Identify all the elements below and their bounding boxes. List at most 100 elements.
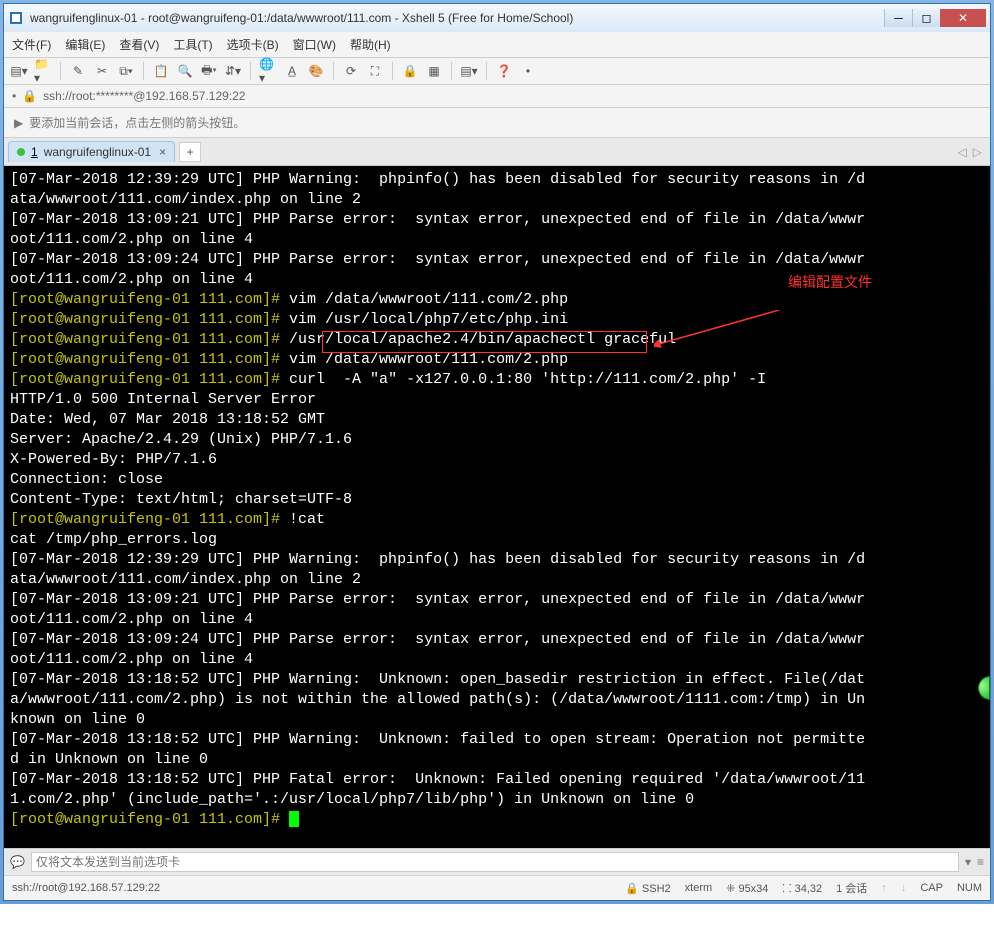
- layout-icon[interactable]: ▤▾: [460, 62, 478, 80]
- send-input[interactable]: [31, 852, 959, 872]
- new-session-icon[interactable]: ▤▾: [10, 62, 28, 80]
- terminal-line: Content-Type: text/html; charset=UTF-8: [10, 490, 984, 510]
- status-bar: ssh://root@192.168.57.129:22 🔒 SSH2 xter…: [4, 875, 990, 900]
- hint-bar: ▶ 要添加当前会话，点击左侧的箭头按钮。: [4, 108, 990, 138]
- terminal-line: [root@wangruifeng-01 111.com]# vim /usr/…: [10, 310, 984, 330]
- add-tab-button[interactable]: +: [179, 142, 201, 162]
- status-dot-icon: [17, 148, 25, 156]
- font-icon[interactable]: 🎨: [307, 62, 325, 80]
- terminal-line: [07-Mar-2018 13:09:24 UTC] PHP Parse err…: [10, 250, 984, 270]
- send-menu-icon[interactable]: ≡: [977, 855, 984, 869]
- terminal-line: [07-Mar-2018 13:18:52 UTC] PHP Warning: …: [10, 730, 984, 750]
- status-term: xterm: [685, 882, 713, 894]
- grid-icon[interactable]: ❓: [495, 62, 513, 80]
- hint-text: 要添加当前会话，点击左侧的箭头按钮。: [29, 114, 245, 131]
- terminal-line: [07-Mar-2018 13:18:52 UTC] PHP Warning: …: [10, 670, 984, 690]
- session-tab[interactable]: 1 wangruifenglinux-01 ×: [8, 141, 175, 162]
- disconnect-icon[interactable]: ✂: [93, 62, 111, 80]
- maximize-button[interactable]: ◻: [912, 9, 940, 27]
- address-text[interactable]: ssh://root:********@192.168.57.129:22: [43, 89, 982, 103]
- close-button[interactable]: ✕: [940, 9, 986, 27]
- toolbar: ▤▾ 📁▾ ✎ ✂ ⧉▾ 📋 🔍 🖶▾ ⇵▾ 🌐▾ A̲ 🎨 ⟳ ⛶ 🔒 ▦ ▤▾ ❓ •: [4, 58, 990, 85]
- terminal-line: [root@wangruifeng-01 111.com]# curl -A "…: [10, 370, 984, 390]
- send-icon[interactable]: 💬: [10, 855, 25, 869]
- terminal-line: oot/111.com/2.php on line 4: [10, 650, 984, 670]
- terminal-line: [07-Mar-2018 13:09:21 UTC] PHP Parse err…: [10, 210, 984, 230]
- terminal-line: [07-Mar-2018 13:18:52 UTC] PHP Fatal err…: [10, 770, 984, 790]
- terminal-line: [root@wangruifeng-01 111.com]# !cat: [10, 510, 984, 530]
- send-dropdown-icon[interactable]: ▾: [965, 855, 971, 869]
- tab-name: wangruifenglinux-01: [44, 145, 151, 159]
- tab-prev-icon[interactable]: ◁: [958, 145, 967, 159]
- terminal-line: [root@wangruifeng-01 111.com]#: [10, 810, 984, 830]
- terminal-line: Server: Apache/2.4.29 (Unix) PHP/7.1.6: [10, 430, 984, 450]
- terminal-line: oot/111.com/2.php on line 4: [10, 230, 984, 250]
- cursor: [289, 811, 299, 827]
- terminal[interactable]: [07-Mar-2018 12:39:29 UTC] PHP Warning: …: [4, 166, 990, 848]
- color-icon[interactable]: ⟳: [342, 62, 360, 80]
- menu-help[interactable]: 帮助(H): [350, 36, 391, 53]
- properties-icon[interactable]: ⧉▾: [117, 62, 135, 80]
- annotation-label: 编辑配置文件: [788, 274, 872, 294]
- hint-icon[interactable]: ▶: [14, 116, 23, 130]
- annotation-highlight-box: [322, 331, 647, 353]
- terminal-line: oot/111.com/2.php on line 4: [10, 610, 984, 630]
- status-num: NUM: [957, 882, 982, 894]
- print-icon[interactable]: ⇵▾: [224, 62, 242, 80]
- tab-index: 1: [31, 145, 38, 159]
- terminal-line: HTTP/1.0 500 Internal Server Error: [10, 390, 984, 410]
- send-bar: 💬 ▾ ≡: [4, 848, 990, 875]
- menu-view[interactable]: 查看(V): [119, 36, 159, 53]
- app-icon: [8, 10, 24, 26]
- terminal-line: ata/wwwroot/111.com/index.php on line 2: [10, 570, 984, 590]
- terminal-line: Date: Wed, 07 Mar 2018 13:18:52 GMT: [10, 410, 984, 430]
- terminal-line: X-Powered-By: PHP/7.1.6: [10, 450, 984, 470]
- terminal-line: [root@wangruifeng-01 111.com]# vim /data…: [10, 350, 984, 370]
- menu-file[interactable]: 文件(F): [12, 36, 51, 53]
- script-icon[interactable]: ⛶: [366, 62, 384, 80]
- menu-tools[interactable]: 工具(T): [173, 36, 212, 53]
- address-bar: • 🔒 ssh://root:********@192.168.57.129:2…: [4, 85, 990, 108]
- terminal-line: [07-Mar-2018 12:39:29 UTC] PHP Warning: …: [10, 170, 984, 190]
- window-title: wangruifenglinux-01 - root@wangruifeng-0…: [30, 11, 884, 25]
- terminal-line: d in Unknown on line 0: [10, 750, 984, 770]
- paste-icon[interactable]: 🔍: [176, 62, 194, 80]
- titlebar[interactable]: wangruifenglinux-01 - root@wangruifeng-0…: [4, 4, 990, 32]
- terminal-line: 1.com/2.php' (include_path='.:/usr/local…: [10, 790, 984, 810]
- status-pos: ⸬ 34,32: [782, 881, 822, 896]
- transfer-icon[interactable]: 🌐▾: [259, 62, 277, 80]
- terminal-line: [07-Mar-2018 13:09:21 UTC] PHP Parse err…: [10, 590, 984, 610]
- menu-edit[interactable]: 编辑(E): [65, 36, 105, 53]
- fullscreen-icon[interactable]: 🔒: [401, 62, 419, 80]
- menu-bar: 文件(F) 编辑(E) 查看(V) 工具(T) 选项卡(B) 窗口(W) 帮助(…: [4, 32, 990, 58]
- lock-icon: 🔒: [22, 89, 37, 103]
- find-icon[interactable]: 🖶▾: [200, 62, 218, 80]
- terminal-line: [07-Mar-2018 13:09:24 UTC] PHP Parse err…: [10, 630, 984, 650]
- terminal-line: known on line 0: [10, 710, 984, 730]
- bullet-icon: •: [12, 89, 16, 103]
- lock-icon[interactable]: ▦: [425, 62, 443, 80]
- tab-close-button[interactable]: ×: [157, 145, 168, 159]
- annotation-arrow-icon: [654, 310, 784, 350]
- open-icon[interactable]: 📁▾: [34, 62, 52, 80]
- minimize-button[interactable]: ─: [884, 9, 912, 27]
- globe-icon[interactable]: A̲: [283, 62, 301, 80]
- menu-tabs[interactable]: 选项卡(B): [227, 36, 279, 53]
- terminal-line: ata/wwwroot/111.com/index.php on line 2: [10, 190, 984, 210]
- status-ssh: 🔒 SSH2: [625, 882, 671, 895]
- status-sessions: 1 会话: [836, 880, 867, 896]
- reconnect-icon[interactable]: ✎: [69, 62, 87, 80]
- down-arrow-icon[interactable]: ↓: [901, 882, 907, 894]
- menu-window[interactable]: 窗口(W): [293, 36, 336, 53]
- tab-next-icon[interactable]: ▷: [973, 145, 982, 159]
- help-icon[interactable]: •: [519, 62, 537, 80]
- status-connection: ssh://root@192.168.57.129:22: [12, 882, 611, 894]
- up-arrow-icon[interactable]: ↑: [881, 882, 887, 894]
- status-size: ⁜ 95x34: [726, 882, 768, 895]
- terminal-line: cat /tmp/php_errors.log: [10, 530, 984, 550]
- terminal-line: a/wwwroot/111.com/2.php) is not within t…: [10, 690, 984, 710]
- terminal-line: [07-Mar-2018 12:39:29 UTC] PHP Warning: …: [10, 550, 984, 570]
- terminal-line: Connection: close: [10, 470, 984, 490]
- tab-bar: 1 wangruifenglinux-01 × + ◁ ▷: [4, 138, 990, 166]
- copy-icon[interactable]: 📋: [152, 62, 170, 80]
